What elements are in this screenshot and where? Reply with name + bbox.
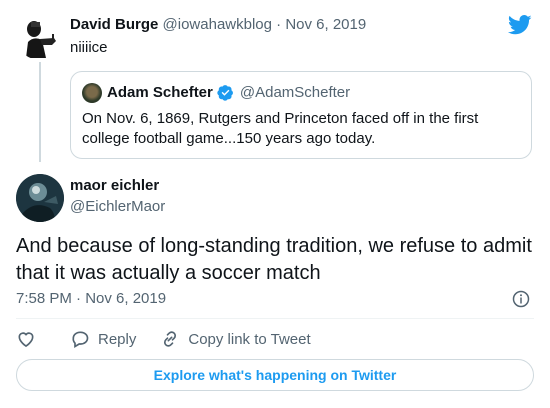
quoted-handle: @AdamSchefter <box>239 84 351 101</box>
main-handle[interactable]: @EichlerMaor <box>70 198 165 215</box>
copy-link-label: Copy link to Tweet <box>188 330 311 348</box>
reply-button[interactable]: Reply <box>70 329 136 349</box>
verified-badge-icon <box>217 85 233 101</box>
quoted-avatar <box>82 83 102 103</box>
parent-avatar[interactable] <box>16 12 64 60</box>
thread-line <box>39 62 41 162</box>
info-icon[interactable] <box>512 290 530 308</box>
divider <box>16 318 534 319</box>
quoted-tweet[interactable]: Adam Schefter @AdamSchefter On Nov. 6, 1… <box>70 71 532 159</box>
link-icon <box>164 331 177 347</box>
heart-icon <box>18 332 34 348</box>
quoted-display-name: Adam Schefter <box>107 84 213 101</box>
parent-meta[interactable]: @iowahawkblog · Nov 6, 2019 <box>163 16 367 33</box>
parent-display-name[interactable]: David Burge <box>70 16 158 33</box>
copy-link-button[interactable]: Copy link to Tweet <box>160 329 311 349</box>
embedded-tweet-card: David Burge @iowahawkblog · Nov 6, 2019 … <box>0 0 550 408</box>
like-button[interactable] <box>16 329 36 349</box>
main-display-name[interactable]: maor eichler <box>70 177 159 194</box>
tweet-timestamp[interactable]: 7:58 PM · Nov 6, 2019 <box>16 290 166 307</box>
main-tweet-text: And because of long-standing tradition, … <box>16 235 532 284</box>
parent-header[interactable]: David Burge @iowahawkblog · Nov 6, 2019 <box>70 16 366 33</box>
tweet-actions: Reply Copy link to Tweet <box>16 328 335 350</box>
explore-button[interactable]: Explore what's happening on Twitter <box>16 359 534 391</box>
reply-icon <box>72 331 89 348</box>
parent-tweet-text: niiiice <box>70 39 108 56</box>
reply-label: Reply <box>98 330 137 348</box>
twitter-bird-icon[interactable] <box>508 14 532 36</box>
quoted-tweet-text: On Nov. 6, 1869, Rutgers and Princeton f… <box>82 110 479 147</box>
main-avatar[interactable] <box>16 174 64 222</box>
quoted-header: Adam Schefter @AdamSchefter <box>107 84 350 101</box>
